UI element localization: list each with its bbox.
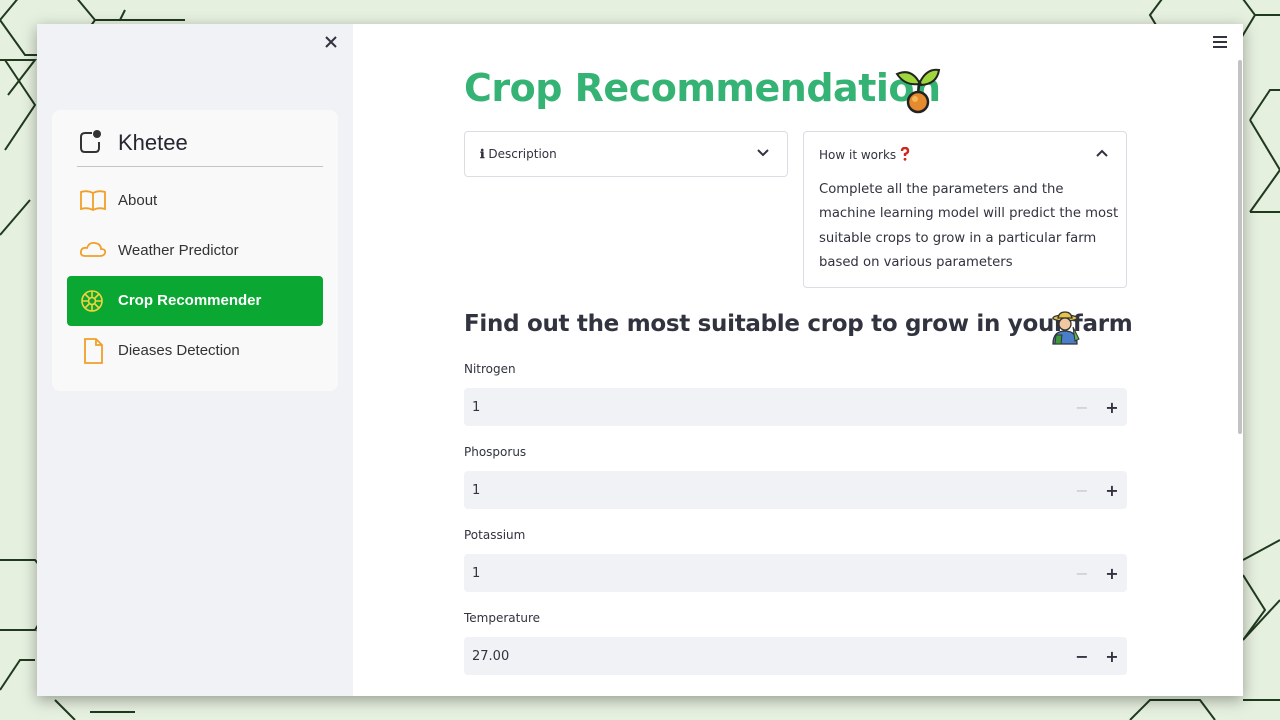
sidebar-item-weather-predictor[interactable]: Weather Predictor [67,226,323,276]
chevron-down-icon [757,149,769,157]
potassium-label: Potassium [464,528,526,542]
how-it-works-expander-header[interactable]: How it works [819,146,910,162]
potassium-decrement-button[interactable]: − [1067,554,1097,592]
scrollbar[interactable] [1238,60,1242,434]
info-icon: ℹ [480,147,485,161]
phosporus-increment-button[interactable]: + [1097,471,1127,509]
brand-logo-icon [80,130,101,153]
brand-name: Khetee [118,130,188,155]
how-it-works-body: Complete all the parameters and the mach… [819,182,1119,270]
page-title: Crop Recommendation [464,66,941,110]
potassium-input-group: − + [464,554,1127,592]
potassium-input[interactable] [464,554,1054,592]
temperature-label: Temperature [464,611,541,625]
sidebar-item-label: Weather Predictor [118,242,239,259]
nitrogen-input[interactable] [464,388,1054,426]
minus-icon: − [1075,563,1089,583]
plus-icon: + [1105,480,1119,500]
navigation-menu: Khetee About Weather Predictor Crop Reco… [52,110,338,391]
hamburger-menu-button[interactable] [1211,34,1229,50]
sidebar-item-crop-recommender[interactable]: Crop Recommender [67,276,323,326]
sidebar-item-label: Dieases Detection [118,342,240,359]
phosporus-label: Phosporus [464,445,527,459]
nitrogen-decrement-button[interactable]: − [1067,388,1097,426]
cloud-icon [79,241,107,257]
plus-icon: + [1105,646,1119,666]
temperature-input[interactable] [464,637,1054,675]
sidebar-item-about[interactable]: About [67,176,323,226]
minus-icon: − [1075,646,1089,666]
minus-icon: − [1075,480,1089,500]
phosporus-input[interactable] [464,471,1054,509]
description-expander[interactable]: ℹ Description [464,131,788,177]
section-subtitle: Find out the most suitable crop to grow … [464,311,1133,337]
temperature-increment-button[interactable]: + [1097,637,1127,675]
question-mark-icon [900,146,910,161]
plus-icon: + [1105,397,1119,417]
phosporus-input-group: − + [464,471,1127,509]
description-expander-header: ℹ Description [480,147,557,161]
sidebar-item-dieases-detection[interactable]: Dieases Detection [67,326,323,376]
close-sidebar-button[interactable] [321,32,341,52]
flower-icon [81,290,103,312]
potassium-increment-button[interactable]: + [1097,554,1127,592]
phosporus-decrement-button[interactable]: − [1067,471,1097,509]
temperature-decrement-button[interactable]: − [1067,637,1097,675]
close-icon [325,36,337,48]
minus-icon: − [1075,397,1089,417]
nitrogen-label: Nitrogen [464,362,516,376]
app-window: Khetee About Weather Predictor Crop Reco… [37,24,1243,696]
sidebar-item-label: Crop Recommender [118,292,262,309]
hamburger-menu-icon [1213,36,1227,48]
book-icon [80,190,106,212]
brand-header: Khetee [77,126,323,167]
sprout-icon [895,68,941,114]
nitrogen-increment-button[interactable]: + [1097,388,1127,426]
sidebar-item-label: About [118,192,158,209]
sidebar: Khetee About Weather Predictor Crop Reco… [37,24,353,696]
how-it-works-expander-label: How it works [819,148,897,162]
plus-icon: + [1105,563,1119,583]
file-icon [84,338,103,364]
nitrogen-input-group: − + [464,388,1127,426]
chevron-up-icon[interactable] [1096,148,1108,158]
description-expander-label: Description [488,147,557,161]
how-it-works-expander: How it works Complete all the parameters… [803,131,1127,288]
temperature-input-group: − + [464,637,1127,675]
farmer-icon [1052,311,1080,345]
main-content: Crop Recommendation ℹ Description How it… [353,24,1243,696]
